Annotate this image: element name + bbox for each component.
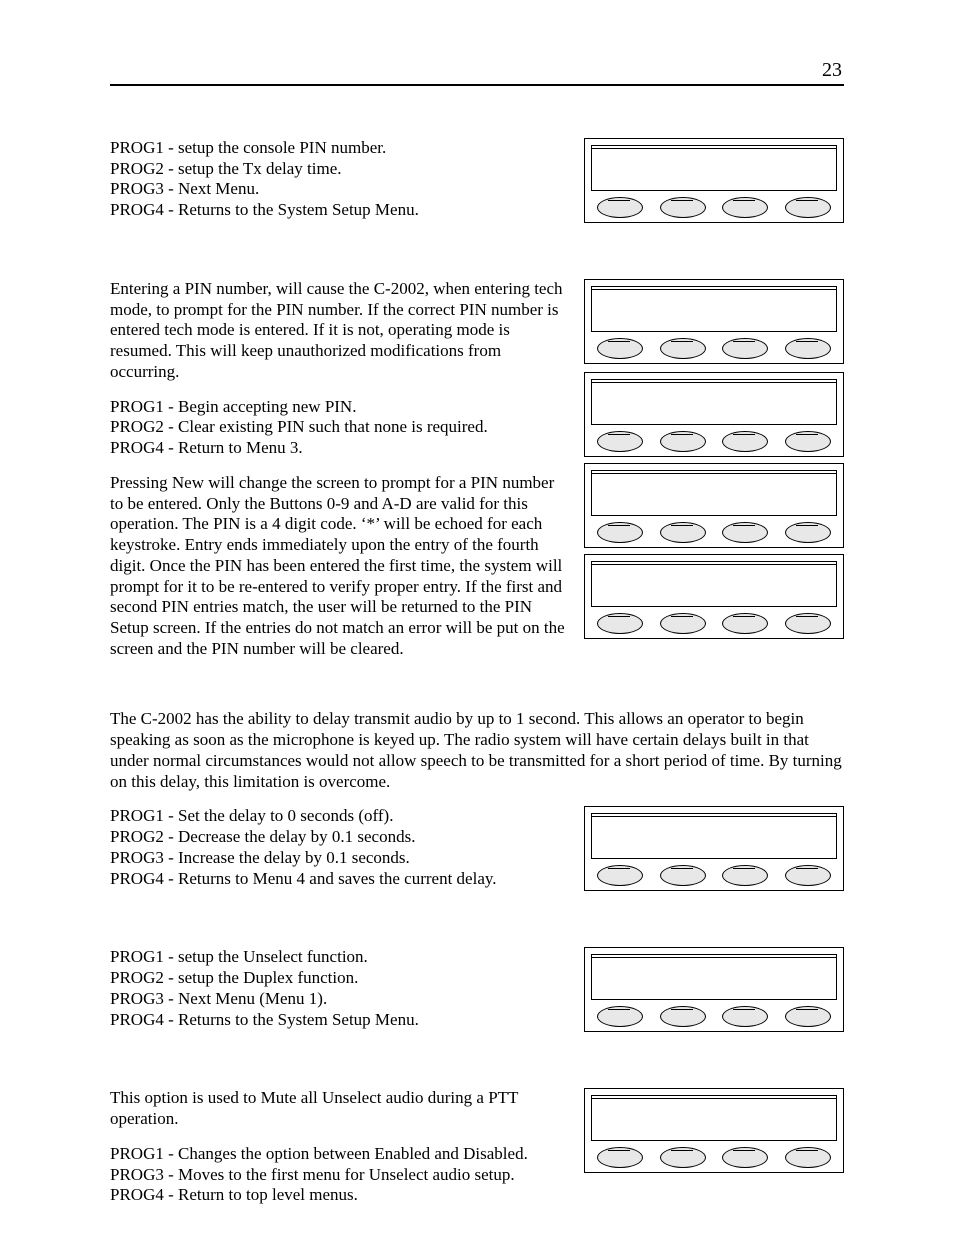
- button-row: [591, 191, 837, 218]
- section-2-text: Entering a PIN number, will cause the C-…: [110, 279, 568, 659]
- prog2-button[interactable]: [660, 338, 706, 359]
- prog2-button[interactable]: [660, 865, 706, 886]
- page-header: 23: [110, 58, 844, 86]
- button-row: [591, 607, 837, 634]
- prog-line: PROG4 - Returns to Menu 4 and saves the …: [110, 869, 568, 890]
- prog-line: PROG3 - Moves to the first menu for Unse…: [110, 1165, 568, 1186]
- prog-line: PROG1 - setup the Unselect function.: [110, 947, 568, 968]
- panel-3: [568, 806, 844, 891]
- prog-line: PROG4 - Return to Menu 3.: [110, 438, 568, 459]
- device-panel: [584, 372, 844, 457]
- button-row: [591, 425, 837, 452]
- panel-2-stack: [568, 279, 844, 639]
- prog3-button[interactable]: [722, 522, 768, 543]
- prog2-button[interactable]: [660, 1006, 706, 1027]
- device-panel: [584, 806, 844, 891]
- prog1-button[interactable]: [597, 613, 643, 634]
- prog-line: PROG1 - setup the console PIN number.: [110, 138, 568, 159]
- prog3-button[interactable]: [722, 197, 768, 218]
- paragraph: Pressing New will change the screen to p…: [110, 473, 568, 660]
- section-4: PROG1 - setup the Unselect function. PRO…: [110, 947, 844, 1032]
- prog2-button[interactable]: [660, 197, 706, 218]
- prog-line: PROG1 - Begin accepting new PIN.: [110, 397, 568, 418]
- prog4-button[interactable]: [785, 613, 831, 634]
- lcd-display: [591, 813, 837, 859]
- device-panel: [584, 1088, 844, 1173]
- section-1-text: PROG1 - setup the console PIN number. PR…: [110, 138, 568, 221]
- prog4-button[interactable]: [785, 338, 831, 359]
- prog2-button[interactable]: [660, 431, 706, 452]
- section-3: PROG1 - Set the delay to 0 seconds (off)…: [110, 806, 844, 891]
- section-1: PROG1 - setup the console PIN number. PR…: [110, 138, 844, 223]
- section-5-text: This option is used to Mute all Unselect…: [110, 1088, 568, 1206]
- page: 23 PROG1 - setup the console PIN number.…: [0, 0, 954, 1235]
- lcd-display: [591, 1095, 837, 1141]
- prog3-button[interactable]: [722, 1006, 768, 1027]
- section-5: This option is used to Mute all Unselect…: [110, 1088, 844, 1206]
- section-3-text: PROG1 - Set the delay to 0 seconds (off)…: [110, 806, 568, 889]
- prog-line: PROG2 - setup the Tx delay time.: [110, 159, 568, 180]
- panel-4: [568, 947, 844, 1032]
- lcd-display: [591, 145, 837, 191]
- paragraph: This option is used to Mute all Unselect…: [110, 1088, 568, 1129]
- button-row: [591, 859, 837, 886]
- prog-line: PROG4 - Return to top level menus.: [110, 1185, 568, 1206]
- prog-line: PROG3 - Next Menu.: [110, 179, 568, 200]
- prog-line: PROG2 - Clear existing PIN such that non…: [110, 417, 568, 438]
- section-4-text: PROG1 - setup the Unselect function. PRO…: [110, 947, 568, 1030]
- prog1-button[interactable]: [597, 522, 643, 543]
- prog-line: PROG4 - Returns to the System Setup Menu…: [110, 200, 568, 221]
- panel-1: [568, 138, 844, 223]
- device-panel: [584, 554, 844, 639]
- device-panel: [584, 947, 844, 1032]
- button-row: [591, 1000, 837, 1027]
- prog2-button[interactable]: [660, 522, 706, 543]
- prog-line: PROG2 - setup the Duplex function.: [110, 968, 568, 989]
- prog4-button[interactable]: [785, 522, 831, 543]
- prog2-button[interactable]: [660, 613, 706, 634]
- prog2-button[interactable]: [660, 1147, 706, 1168]
- prog4-button[interactable]: [785, 431, 831, 452]
- lcd-display: [591, 954, 837, 1000]
- prog4-button[interactable]: [785, 197, 831, 218]
- panel-5: [568, 1088, 844, 1173]
- section-2: Entering a PIN number, will cause the C-…: [110, 279, 844, 659]
- prog3-button[interactable]: [722, 338, 768, 359]
- prog-line: PROG1 - Changes the option between Enabl…: [110, 1144, 568, 1165]
- button-row: [591, 1141, 837, 1168]
- lcd-display: [591, 379, 837, 425]
- prog1-button[interactable]: [597, 1006, 643, 1027]
- device-panel: [584, 463, 844, 548]
- prog1-button[interactable]: [597, 197, 643, 218]
- paragraph: Entering a PIN number, will cause the C-…: [110, 279, 568, 383]
- prog4-button[interactable]: [785, 1006, 831, 1027]
- prog-line: PROG2 - Decrease the delay by 0.1 second…: [110, 827, 568, 848]
- page-number: 23: [822, 58, 842, 82]
- prog3-button[interactable]: [722, 865, 768, 886]
- prog1-button[interactable]: [597, 431, 643, 452]
- prog1-button[interactable]: [597, 865, 643, 886]
- paragraph: The C-2002 has the ability to delay tran…: [110, 709, 844, 792]
- prog-line: PROG3 - Next Menu (Menu 1).: [110, 989, 568, 1010]
- prog1-button[interactable]: [597, 1147, 643, 1168]
- prog-line: PROG4 - Returns to the System Setup Menu…: [110, 1010, 568, 1031]
- button-row: [591, 516, 837, 543]
- prog-line: PROG1 - Set the delay to 0 seconds (off)…: [110, 806, 568, 827]
- device-panel: [584, 138, 844, 223]
- device-panel: [584, 279, 844, 364]
- prog4-button[interactable]: [785, 1147, 831, 1168]
- lcd-display: [591, 286, 837, 332]
- button-row: [591, 332, 837, 359]
- lcd-display: [591, 561, 837, 607]
- prog1-button[interactable]: [597, 338, 643, 359]
- prog3-button[interactable]: [722, 431, 768, 452]
- prog3-button[interactable]: [722, 613, 768, 634]
- prog3-button[interactable]: [722, 1147, 768, 1168]
- prog4-button[interactable]: [785, 865, 831, 886]
- lcd-display: [591, 470, 837, 516]
- prog-line: PROG3 - Increase the delay by 0.1 second…: [110, 848, 568, 869]
